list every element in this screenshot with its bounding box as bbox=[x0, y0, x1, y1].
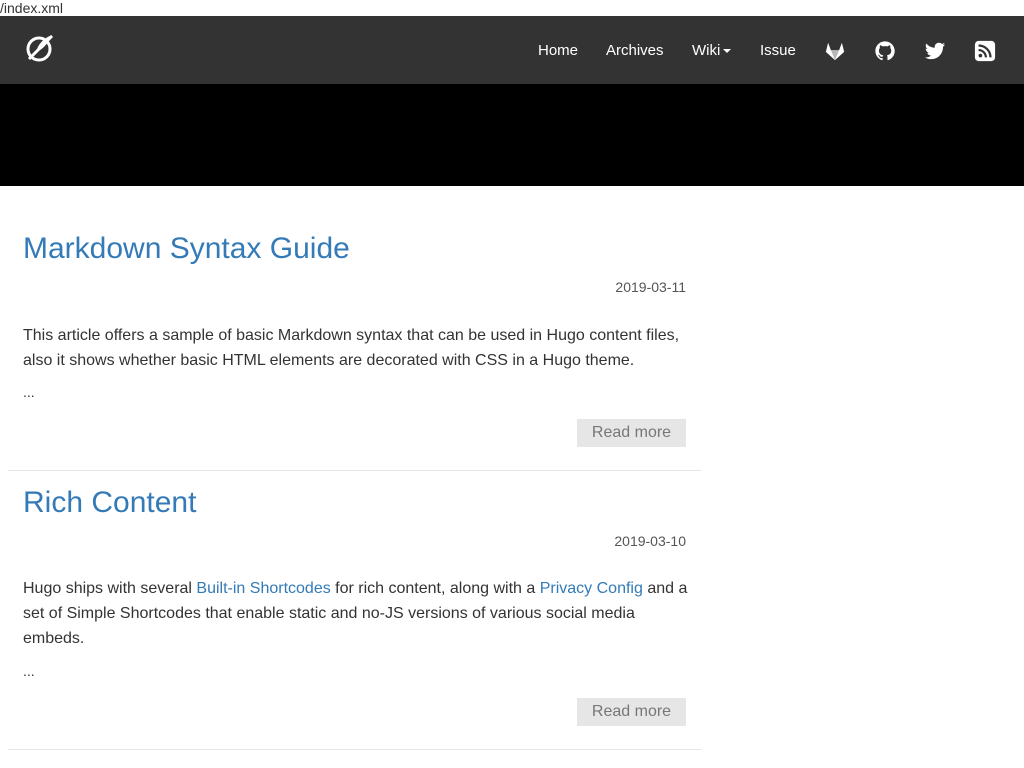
nav-wiki-label: Wiki bbox=[692, 42, 721, 59]
post-ellipsis: ... bbox=[23, 663, 35, 679]
post-date: 2019-03-11 bbox=[615, 279, 686, 295]
hero-banner bbox=[0, 84, 1024, 186]
twitter-icon[interactable] bbox=[924, 40, 946, 62]
summary-text: Hugo ships with several bbox=[23, 580, 197, 597]
read-more-button[interactable]: Read more bbox=[577, 419, 686, 447]
nav-issue-link[interactable]: Issue bbox=[760, 42, 796, 59]
caret-down-icon bbox=[723, 49, 732, 54]
post-ellipsis: ... bbox=[23, 384, 35, 400]
nav-wiki-dropdown[interactable]: Wiki bbox=[692, 42, 732, 59]
summary-text: for rich content, along with a bbox=[330, 580, 540, 597]
post-title-link[interactable]: Markdown Syntax Guide bbox=[23, 232, 350, 266]
brand-logo-icon[interactable] bbox=[24, 32, 56, 64]
post-summary: This article offers a sample of basic Ma… bbox=[23, 327, 680, 369]
url-text: /index.xml bbox=[0, 0, 1024, 16]
nav-home-link[interactable]: Home bbox=[538, 42, 578, 59]
read-more-button[interactable]: Read more bbox=[577, 698, 686, 726]
nav-archives-link[interactable]: Archives bbox=[606, 42, 664, 59]
post-date: 2019-03-10 bbox=[614, 533, 686, 549]
gitlab-icon[interactable] bbox=[824, 40, 846, 62]
privacy-config-link[interactable]: Privacy Config bbox=[540, 580, 643, 597]
post-item: Markdown Syntax Guide 2019-03-11 This ar… bbox=[8, 186, 701, 471]
rss-icon[interactable] bbox=[974, 40, 996, 62]
post-title-link[interactable]: Rich Content bbox=[23, 486, 196, 520]
built-in-shortcodes-link[interactable]: Built-in Shortcodes bbox=[196, 580, 330, 597]
top-navbar: Home Archives Wiki Issue bbox=[0, 16, 1024, 84]
post-item: Rich Content 2019-03-10 Hugo ships with … bbox=[8, 470, 701, 750]
post-summary: Hugo ships with several Built-in Shortco… bbox=[23, 576, 688, 651]
github-icon[interactable] bbox=[874, 40, 896, 62]
